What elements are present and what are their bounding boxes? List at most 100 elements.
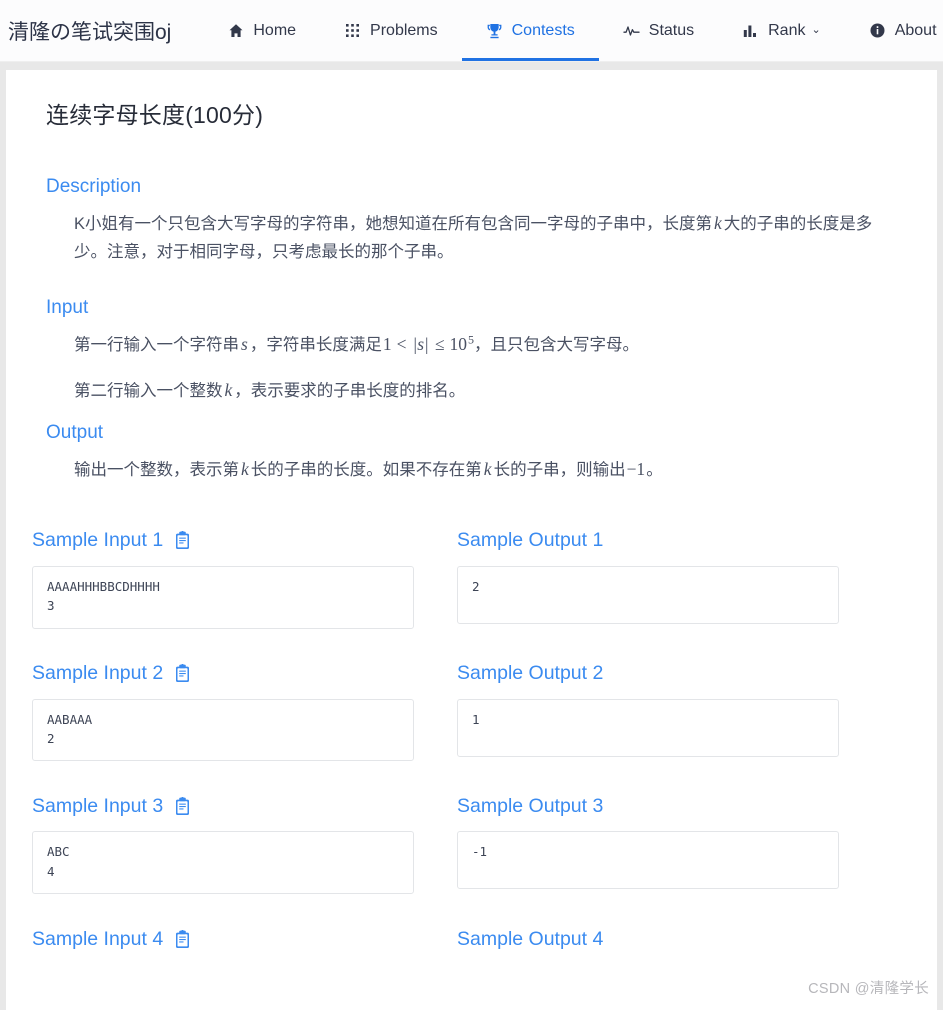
output-text-b: 长的子串的长度。如果不存在第 [250, 460, 482, 479]
output-text-a: 输出一个整数，表示第 [74, 460, 239, 479]
sample-input-column: Sample Input 2 AABAAA 2 [32, 661, 414, 762]
math-k: k [241, 458, 249, 479]
sample-output-column: Sample Output 1 2 [457, 528, 839, 629]
top-navbar: 清隆の笔试突围oj Home Problems Contests Status … [0, 0, 943, 62]
sample-row: Sample Input 3 ABC 4 Sample Output 3 -1 [32, 793, 911, 895]
sample-output-header: Sample Output 3 [457, 793, 839, 819]
math-k: k [714, 213, 722, 233]
sample-output-box[interactable]: -1 [457, 831, 839, 890]
sample-output-label: Sample Output 2 [457, 662, 604, 685]
nav-item-status-label: Status [648, 21, 695, 39]
sample-output-label: Sample Output 4 [457, 927, 604, 950]
nav-item-problems[interactable]: Problems [320, 0, 462, 61]
output-text-c: 长的子串，则输出 [493, 460, 626, 479]
sample-output-label: Sample Output 1 [457, 529, 604, 552]
sample-input-label: Sample Input 1 [32, 529, 164, 552]
sample-output-box[interactable]: 1 [457, 698, 839, 757]
sample-input-box[interactable]: AAAAHHHBBCDHHHH 3 [32, 565, 414, 629]
sample-input-label: Sample Input 2 [32, 662, 164, 685]
section-heading-description: Description [46, 176, 142, 197]
bar-chart-icon [742, 22, 759, 39]
clipboard-copy-icon[interactable] [174, 929, 191, 949]
section-body-input: 第一行输入一个字符串 s ，字符串长度满足1 < |s| ≤105，且只包含大写字母。 第… [74, 329, 904, 406]
math-minus-one: −1 [626, 458, 646, 479]
nav-item-about-label: About [894, 21, 937, 39]
sample-input-column: Sample Input 4 [32, 926, 414, 964]
pulse-icon [623, 22, 640, 39]
input2-text-a: 第二行输入一个整数 [74, 382, 223, 401]
trophy-icon [486, 22, 503, 39]
section-heading-input: Input [46, 296, 89, 318]
sample-output-header: Sample Output 1 [457, 528, 839, 554]
sample-input-header: Sample Input 3 [32, 793, 414, 819]
sample-output-column: Sample Output 3 -1 [457, 793, 839, 894]
watermark: CSDN @清隆学长 [808, 981, 929, 997]
sample-output-label: Sample Output 3 [457, 794, 604, 817]
desc-text-a: K小姐有一个只包含大写字母的字符串，她想知道在所有包含同一字母的子串中，长度第 [74, 215, 713, 233]
math-abs-s: |s| [412, 333, 429, 354]
home-icon [227, 22, 244, 39]
sample-row: Sample Input 1 AAAAHHHBBCDHHHH 3 Sample … [32, 528, 911, 629]
sample-input-column: Sample Input 3 ABC 4 [32, 793, 414, 895]
nav-item-problems-label: Problems [370, 21, 438, 39]
math-less-equal: ≤ [434, 333, 445, 354]
section-body-output: 输出一个整数，表示第 k 长的子串的长度。如果不存在第 k 长的子串，则输出−1。 [74, 454, 904, 484]
nav-item-home-label: Home [253, 21, 297, 39]
math-one: 1 [382, 333, 392, 354]
samples-area: Sample Input 1 AAAAHHHBBCDHHHH 3 Sample … [32, 528, 911, 964]
output-text-d: 。 [646, 460, 663, 479]
page-title: 连续字母长度(100分) [46, 102, 264, 128]
nav-item-contests-label: Contests [511, 21, 575, 39]
nav-item-about[interactable]: About ⌄ [845, 0, 943, 61]
sample-output-column: Sample Output 4 [457, 926, 839, 964]
sample-input-column: Sample Input 1 AAAAHHHBBCDHHHH 3 [32, 528, 414, 629]
math-k: k [483, 458, 492, 479]
clipboard-copy-icon[interactable] [174, 531, 191, 550]
main-nav: Home Problems Contests Status Rank ⌄ Abo… [203, 0, 943, 61]
section-description: Description K小姐有一个只包含大写字母的字符串，她想知道在所有包含同… [32, 176, 911, 267]
math-less-than: < [396, 333, 407, 354]
sample-row: Sample Input 4 Sample Output 4 [32, 926, 911, 964]
input2-text-b: ，表示要求的子串长度的排名。 [234, 382, 466, 401]
clipboard-copy-icon[interactable] [174, 664, 191, 683]
math-s: s [241, 333, 248, 354]
sample-output-box[interactable]: 2 [457, 565, 839, 624]
sample-input-box[interactable]: AABAAA 2 [32, 698, 414, 762]
sample-input-box[interactable]: ABC 4 [32, 831, 414, 895]
input-paragraph-1: 第一行输入一个字符串 s ，字符串长度满足1 < |s| ≤105，且只包含大写字母。 [74, 329, 904, 359]
nav-item-rank-label: Rank [768, 21, 806, 39]
nav-item-status[interactable]: Status [599, 0, 718, 61]
page-background: 连续字母长度(100分) Description K小姐有一个只包含大写字母的字… [0, 62, 943, 1010]
input1-text-b: ，字符串长度满足 [249, 335, 382, 354]
section-heading-output: Output [46, 421, 104, 443]
grid-icon [344, 22, 361, 39]
nav-item-rank[interactable]: Rank ⌄ [718, 0, 845, 61]
sample-output-header: Sample Output 2 [457, 661, 839, 687]
input-paragraph-2: 第二行输入一个整数 k ，表示要求的子串长度的排名。 [74, 375, 904, 405]
output-paragraph: 输出一个整数，表示第 k 长的子串的长度。如果不存在第 k 长的子串，则输出−1。 [74, 454, 904, 484]
clipboard-copy-icon[interactable] [174, 796, 191, 816]
nav-item-contests[interactable]: Contests [461, 0, 599, 61]
sample-input-header: Sample Input 4 [32, 926, 414, 952]
math-k: k [224, 380, 233, 401]
section-output: Output 输出一个整数，表示第 k 长的子串的长度。如果不存在第 k 长的子串，则输… [32, 422, 911, 484]
section-body-description: K小姐有一个只包含大写字母的字符串，她想知道在所有包含同一字母的子串中，长度第 k… [74, 208, 904, 267]
site-brand[interactable]: 清隆の笔试突围oj [0, 0, 181, 61]
input1-text-a: 第一行输入一个字符串 [74, 335, 239, 354]
sample-output-header: Sample Output 4 [457, 926, 839, 952]
nav-item-home[interactable]: Home [203, 0, 320, 61]
sample-input-label: Sample Input 4 [32, 927, 164, 950]
sample-input-label: Sample Input 3 [32, 794, 164, 817]
sample-input-header: Sample Input 2 [32, 661, 414, 687]
chevron-down-icon: ⌄ [811, 24, 821, 36]
math-ten: 10 [449, 333, 467, 354]
info-icon [869, 22, 886, 39]
sample-input-header: Sample Input 1 [32, 528, 414, 554]
site-brand-label: 清隆の笔试突围oj [8, 20, 172, 44]
sample-row: Sample Input 2 AABAAA 2 Sample Output 2 … [32, 661, 911, 762]
description-paragraph: K小姐有一个只包含大写字母的字符串，她想知道在所有包含同一字母的子串中，长度第 k… [74, 208, 904, 267]
sample-output-column: Sample Output 2 1 [457, 661, 839, 762]
input1-text-c: ，且只包含大写字母。 [473, 335, 639, 354]
section-input: Input 第一行输入一个字符串 s ，字符串长度满足1 < |s| ≤105，且只包含大… [32, 297, 911, 406]
problem-card: 连续字母长度(100分) Description K小姐有一个只包含大写字母的字… [6, 70, 937, 1010]
